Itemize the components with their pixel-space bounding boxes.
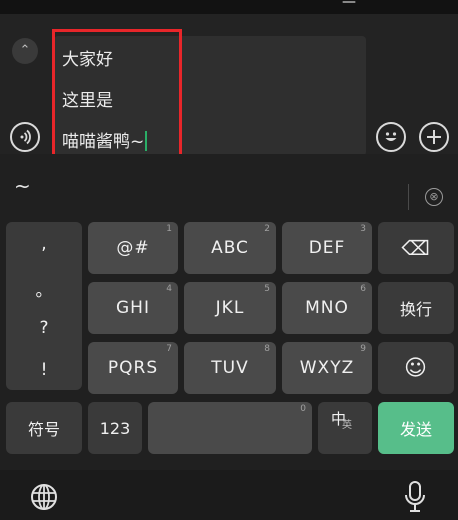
microphone-icon[interactable]: [402, 480, 428, 514]
collapse-chevron-icon[interactable]: ⌃: [12, 38, 38, 64]
key-number: 6: [360, 284, 366, 294]
key-number: 2: [264, 224, 270, 234]
close-icon[interactable]: ⊗: [425, 188, 443, 206]
key-label: @#: [116, 238, 150, 258]
space-key[interactable]: 0: [148, 402, 312, 454]
key-number: 8: [264, 344, 270, 354]
key-label: TUV: [211, 358, 249, 378]
text-caret: [145, 131, 148, 151]
compose-area: ⌃ 大家好 这里是 喵喵酱鸭~: [0, 14, 458, 164]
message-line-3: 喵喵酱鸭~: [62, 127, 148, 152]
message-line-2: 这里是: [62, 91, 113, 111]
punct-period[interactable]: 。: [6, 276, 82, 301]
key-pqrs[interactable]: PQRS 7: [88, 342, 178, 394]
key-mno[interactable]: MNO 6: [282, 282, 372, 334]
candidate-divider: [408, 184, 409, 210]
plus-icon[interactable]: [419, 122, 449, 152]
key-def[interactable]: DEF 3: [282, 222, 372, 274]
key-number: 3: [360, 224, 366, 234]
emoji-icon[interactable]: [376, 122, 406, 152]
key-number: 4: [166, 284, 172, 294]
symbols-key[interactable]: 符号: [6, 402, 82, 454]
numbers-key[interactable]: 123: [88, 402, 142, 454]
send-button[interactable]: 发送: [378, 402, 454, 454]
key-label: WXYZ: [299, 358, 355, 378]
key-symbols-1[interactable]: @# 1: [88, 222, 178, 274]
status-bar: —: [0, 0, 458, 14]
punct-comma[interactable]: ,: [6, 234, 82, 254]
language-switch-key[interactable]: 中 英: [318, 402, 372, 454]
candidate-bar: ~ ⊗: [0, 154, 458, 216]
key-label: PQRS: [107, 358, 159, 378]
key-abc[interactable]: ABC 2: [184, 222, 276, 274]
emoji-key-icon[interactable]: ☺: [378, 342, 454, 394]
key-ghi[interactable]: GHI 4: [88, 282, 178, 334]
voice-icon-glyph: [20, 129, 31, 145]
candidate-tilde[interactable]: ~: [14, 174, 31, 198]
status-glyph: —: [342, 0, 356, 10]
plus-icon-glyph: [427, 130, 441, 144]
bottom-bar: [0, 470, 458, 520]
emoji-icon-glyph: [385, 132, 397, 141]
keyboard: ~ ⊗ , 。 ? ! @# 1 ABC 2 DEF 3 ⌫ GHI 4 JKL…: [0, 154, 458, 520]
message-line-1: 大家好: [62, 50, 113, 70]
key-number: 7: [166, 344, 172, 354]
key-jkl[interactable]: JKL 5: [184, 282, 276, 334]
punct-question[interactable]: ?: [6, 318, 82, 338]
key-number: 5: [264, 284, 270, 294]
key-wxyz[interactable]: WXYZ 9: [282, 342, 372, 394]
key-tuv[interactable]: TUV 8: [184, 342, 276, 394]
punct-exclaim[interactable]: !: [6, 360, 82, 380]
space-number: 0: [300, 404, 306, 414]
message-line-3-text: 喵喵酱鸭~: [62, 132, 145, 152]
key-label: JKL: [215, 298, 245, 318]
key-number: 9: [360, 344, 366, 354]
globe-icon[interactable]: [30, 483, 58, 511]
key-label: GHI: [116, 298, 150, 318]
newline-key[interactable]: 换行: [378, 282, 454, 334]
backspace-icon[interactable]: ⌫: [378, 222, 454, 274]
key-number: 1: [166, 224, 172, 234]
lang-en: 英: [342, 420, 352, 431]
key-label: MNO: [305, 298, 349, 318]
key-label: DEF: [308, 238, 346, 258]
voice-icon[interactable]: [10, 122, 40, 152]
key-label: ABC: [211, 238, 249, 258]
